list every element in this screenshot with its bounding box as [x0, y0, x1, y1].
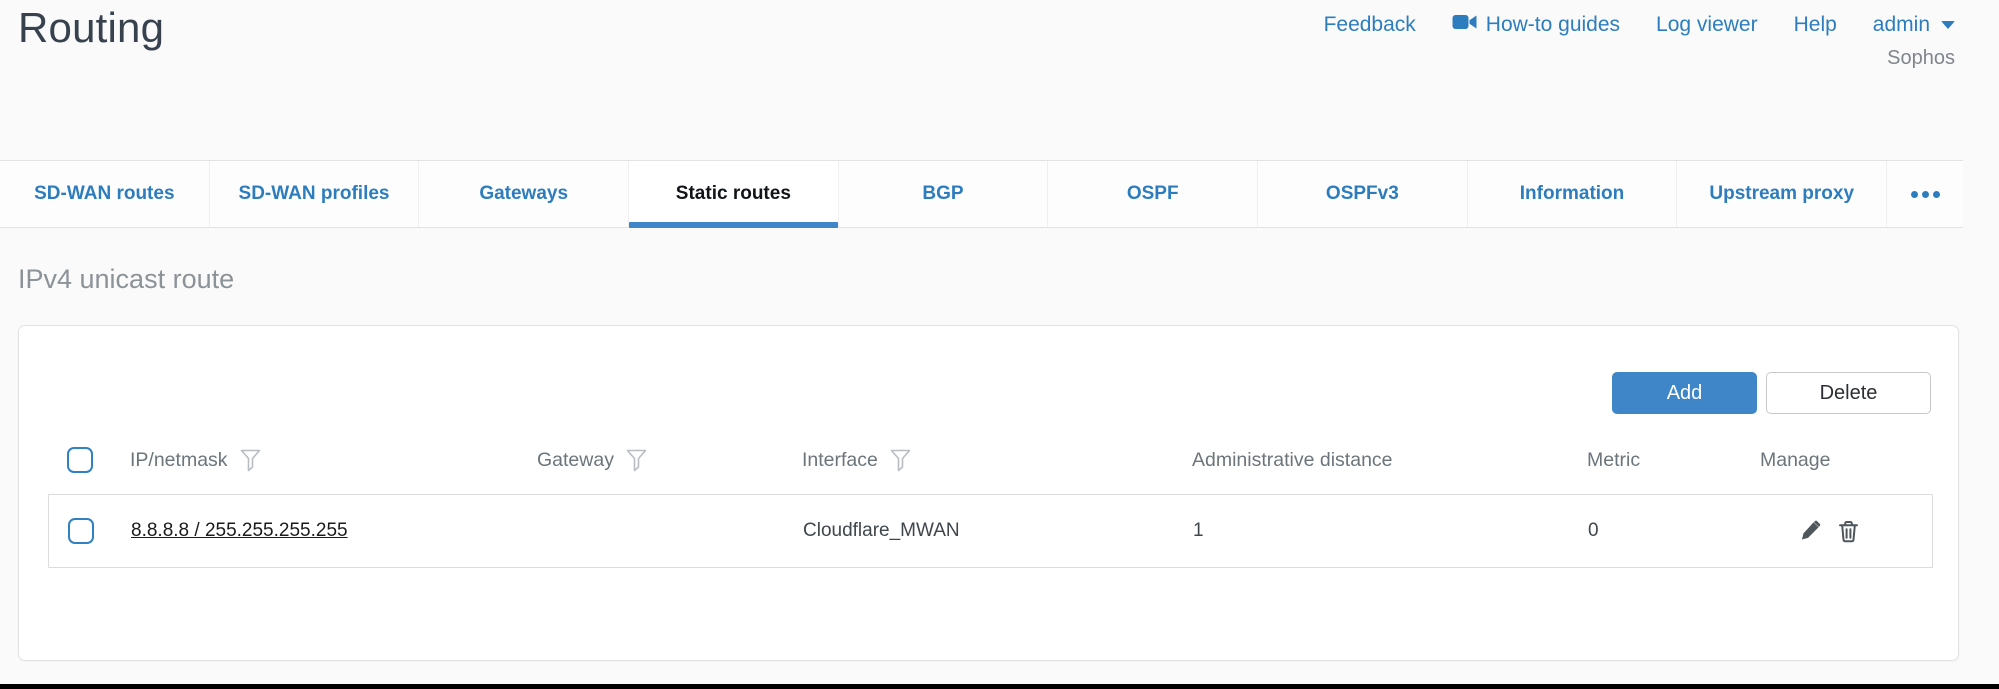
column-interface: Interface: [802, 449, 1192, 472]
edit-pencil-icon[interactable]: [1799, 519, 1823, 543]
user-menu[interactable]: admin: [1873, 13, 1955, 37]
help-label: Help: [1794, 13, 1837, 37]
log-viewer-label: Log viewer: [1656, 13, 1758, 37]
row-checkbox[interactable]: [68, 518, 94, 544]
table-row: 8.8.8.8 / 255.255.255.255 Cloudflare_MWA…: [48, 494, 1933, 568]
tab-bgp[interactable]: BGP: [839, 161, 1049, 227]
column-gateway: Gateway: [537, 449, 802, 472]
video-camera-icon: [1452, 13, 1477, 37]
column-metric: Metric: [1587, 449, 1760, 472]
tab-ospf[interactable]: OSPF: [1048, 161, 1258, 227]
help-link[interactable]: Help: [1794, 13, 1837, 37]
filter-icon[interactable]: [626, 449, 647, 472]
chevron-down-icon: [1941, 21, 1955, 29]
filter-icon[interactable]: [240, 449, 261, 472]
feedback-link[interactable]: Feedback: [1324, 13, 1416, 37]
tabs-overflow-button[interactable]: [1887, 161, 1963, 227]
routing-page: Routing Feedback How-to guides Log viewe…: [0, 0, 1999, 689]
tab-information[interactable]: Information: [1468, 161, 1678, 227]
brand-label: Sophos: [1887, 47, 1955, 70]
manage-cell: [1761, 519, 1932, 544]
page-title: Routing: [18, 4, 164, 52]
log-viewer-link[interactable]: Log viewer: [1656, 13, 1758, 37]
interface-value: Cloudflare_MWAN: [803, 520, 1193, 542]
section-heading: IPv4 unicast route: [18, 264, 234, 295]
tab-gateways[interactable]: Gateways: [419, 161, 629, 227]
tab-sd-wan-profiles[interactable]: SD-WAN profiles: [210, 161, 420, 227]
add-button[interactable]: Add: [1612, 372, 1757, 414]
howto-guides-label: How-to guides: [1486, 13, 1620, 37]
tab-static-routes[interactable]: Static routes: [629, 161, 839, 227]
user-label: admin: [1873, 13, 1930, 37]
top-nav: Feedback How-to guides Log viewer Help a…: [1324, 13, 1955, 37]
route-ip-link[interactable]: 8.8.8.8 / 255.255.255.255: [131, 520, 348, 541]
tab-ospfv3[interactable]: OSPFv3: [1258, 161, 1468, 227]
column-ip-netmask: IP/netmask: [130, 449, 537, 472]
delete-button[interactable]: Delete: [1766, 372, 1931, 414]
filter-icon[interactable]: [890, 449, 911, 472]
routes-panel: Add Delete IP/netmask Gateway: [18, 325, 1959, 661]
metric-value: 0: [1588, 520, 1761, 542]
screen-bottom-edge: [0, 684, 1999, 689]
tab-bar: SD-WAN routes SD-WAN profiles Gateways S…: [0, 160, 1963, 228]
table-header-row: IP/netmask Gateway Interface: [48, 439, 1933, 481]
column-manage: Manage: [1760, 449, 1933, 472]
howto-guides-link[interactable]: How-to guides: [1452, 13, 1620, 37]
tab-sd-wan-routes[interactable]: SD-WAN routes: [0, 161, 210, 227]
tab-upstream-proxy[interactable]: Upstream proxy: [1677, 161, 1887, 227]
administrative-distance-value: 1: [1193, 520, 1588, 542]
column-administrative-distance: Administrative distance: [1192, 449, 1587, 472]
ellipsis-icon: [1911, 191, 1940, 198]
delete-trash-icon[interactable]: [1837, 519, 1860, 544]
select-all-checkbox[interactable]: [67, 447, 93, 473]
feedback-label: Feedback: [1324, 13, 1416, 37]
table-toolbar: Add Delete: [1612, 372, 1931, 414]
